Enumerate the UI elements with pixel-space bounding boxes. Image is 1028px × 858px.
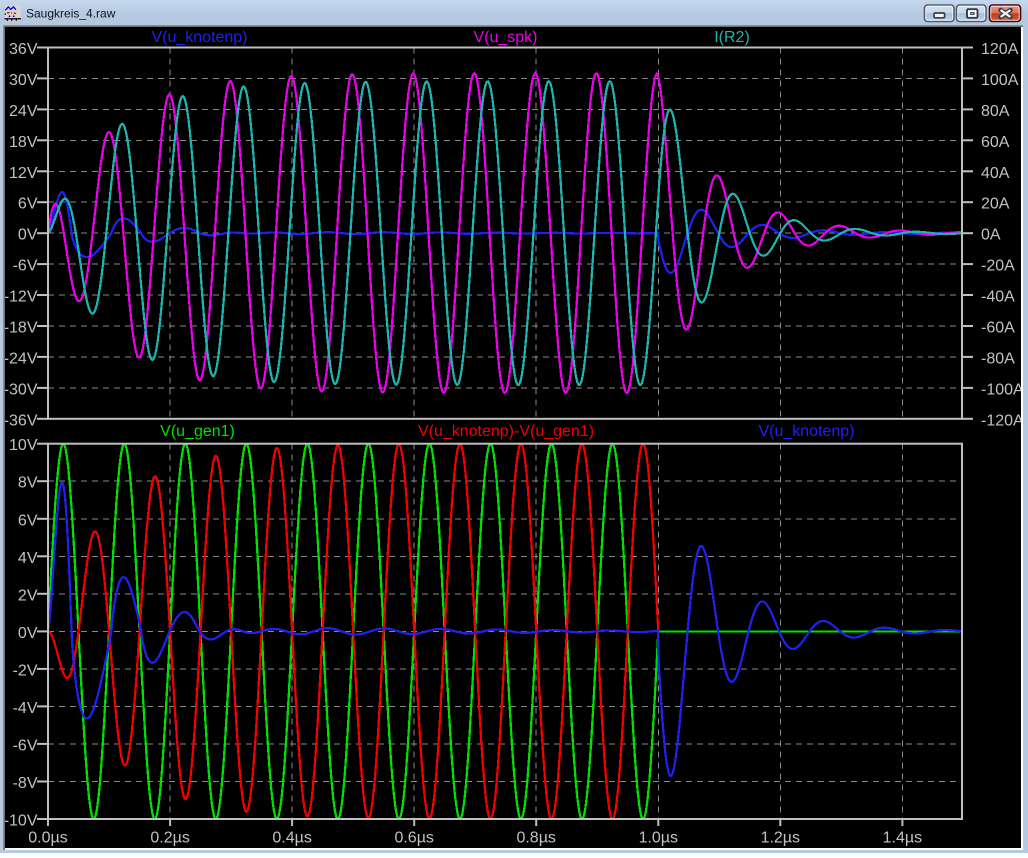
svg-text:-80A: -80A bbox=[981, 350, 1015, 367]
svg-text:V(u_knotenp): V(u_knotenp) bbox=[151, 29, 247, 46]
svg-text:36V: 36V bbox=[9, 41, 38, 58]
svg-text:100A: 100A bbox=[981, 72, 1019, 89]
svg-text:-10V: -10V bbox=[4, 813, 38, 830]
svg-text:-60A: -60A bbox=[981, 320, 1015, 337]
svg-text:0.0µs: 0.0µs bbox=[28, 830, 67, 847]
svg-text:4V: 4V bbox=[18, 550, 38, 567]
svg-text:-36V: -36V bbox=[4, 412, 38, 429]
svg-text:18V: 18V bbox=[9, 134, 38, 151]
svg-text:0.2µs: 0.2µs bbox=[150, 830, 189, 847]
svg-text:-2V: -2V bbox=[13, 662, 38, 679]
svg-text:24V: 24V bbox=[9, 103, 38, 120]
svg-text:-20A: -20A bbox=[981, 258, 1015, 275]
svg-text:12V: 12V bbox=[9, 165, 38, 182]
svg-text:V(u_gen1): V(u_gen1) bbox=[160, 423, 235, 440]
svg-text:40A: 40A bbox=[981, 165, 1010, 182]
svg-text:-6V: -6V bbox=[13, 258, 38, 275]
svg-text:80A: 80A bbox=[981, 103, 1010, 120]
svg-text:30V: 30V bbox=[9, 72, 38, 89]
svg-text:1.2µs: 1.2µs bbox=[761, 830, 800, 847]
svg-text:-12V: -12V bbox=[4, 289, 38, 306]
svg-text:0.4µs: 0.4µs bbox=[272, 830, 311, 847]
svg-text:-100A: -100A bbox=[981, 381, 1024, 398]
svg-text:0.6µs: 0.6µs bbox=[394, 830, 433, 847]
svg-text:20A: 20A bbox=[981, 196, 1010, 213]
svg-text:-18V: -18V bbox=[4, 320, 38, 337]
svg-text:V(u_knotenp): V(u_knotenp) bbox=[758, 423, 854, 440]
svg-text:-4V: -4V bbox=[13, 700, 38, 717]
svg-text:Saugkreis_4.raw: Saugkreis_4.raw bbox=[26, 7, 116, 21]
svg-text:0V: 0V bbox=[18, 625, 38, 642]
svg-text:-6V: -6V bbox=[13, 737, 38, 754]
svg-text:6V: 6V bbox=[18, 512, 38, 529]
svg-text:-120A: -120A bbox=[981, 412, 1024, 429]
svg-text:0.8µs: 0.8µs bbox=[516, 830, 555, 847]
svg-text:-30V: -30V bbox=[4, 381, 38, 398]
svg-text:0V: 0V bbox=[18, 227, 38, 244]
svg-text:V(u_spk): V(u_spk) bbox=[473, 29, 537, 46]
svg-text:0A: 0A bbox=[981, 227, 1001, 244]
svg-text:-8V: -8V bbox=[13, 775, 38, 792]
svg-text:1.4µs: 1.4µs bbox=[883, 830, 922, 847]
svg-text:V(u_knotenp)-V(u_gen1): V(u_knotenp)-V(u_gen1) bbox=[418, 423, 594, 440]
svg-text:2V: 2V bbox=[18, 587, 38, 604]
svg-text:-40A: -40A bbox=[981, 289, 1015, 306]
svg-text:1.0µs: 1.0µs bbox=[639, 830, 678, 847]
svg-text:-24V: -24V bbox=[4, 350, 38, 367]
svg-text:I(R2): I(R2) bbox=[714, 29, 750, 46]
svg-text:6V: 6V bbox=[18, 196, 38, 213]
svg-text:8V: 8V bbox=[18, 475, 38, 492]
svg-text:60A: 60A bbox=[981, 134, 1010, 151]
svg-text:120A: 120A bbox=[981, 41, 1019, 58]
svg-text:10V: 10V bbox=[9, 437, 38, 454]
